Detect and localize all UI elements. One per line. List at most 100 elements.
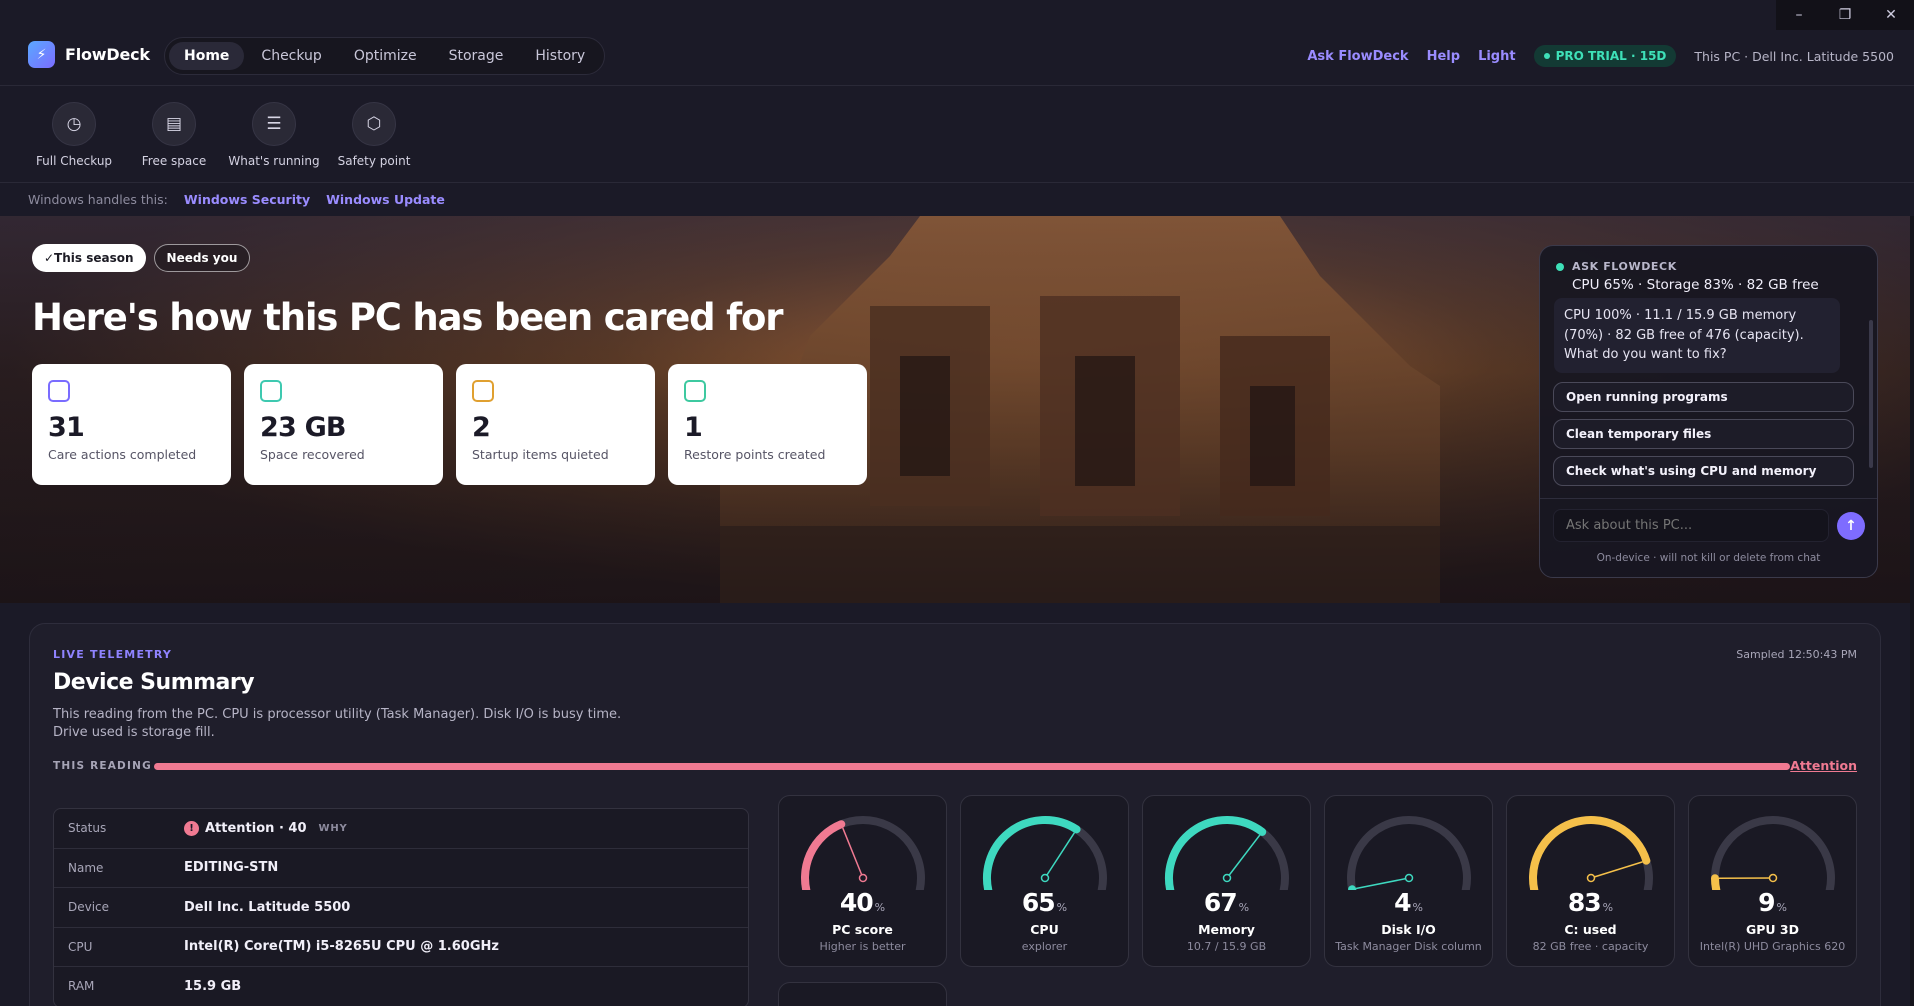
- nav-optimize[interactable]: Optimize: [339, 42, 432, 70]
- gauge-name: C: used: [1564, 922, 1617, 937]
- gauge-subtitle: 10.7 / 15.9 GB: [1186, 940, 1267, 953]
- gauge-number: 40: [839, 888, 874, 917]
- gauge-card-gpu-3d[interactable]: 9% GPU 3D Intel(R) UHD Graphics 620: [1688, 795, 1857, 967]
- help-link[interactable]: Help: [1427, 49, 1460, 64]
- page-scrollbar[interactable]: [1910, 216, 1914, 1006]
- brand-name: FlowDeck: [65, 45, 150, 64]
- stat-value: 23 GB: [260, 412, 347, 443]
- gauge-number: 67: [1203, 888, 1238, 917]
- gauge-hub: [1586, 873, 1596, 883]
- close-button[interactable]: ✕: [1868, 0, 1914, 30]
- brand[interactable]: ⚡ FlowDeck: [28, 41, 150, 68]
- alert-icon: !: [184, 820, 199, 836]
- gauge-card-c-used[interactable]: 83% C: used 82 GB free · capacity: [1506, 795, 1675, 967]
- gauge-dial: [1711, 816, 1835, 890]
- gauge-subtitle: Higher is better: [819, 940, 906, 953]
- table-row: CPU Intel(R) Core(TM) i5-8265U CPU @ 1.6…: [54, 928, 748, 967]
- this-pc-label: This PC · Dell Inc. Latitude 5500: [1694, 48, 1894, 64]
- gauge-unit: %: [1602, 901, 1614, 914]
- top-bar: ⚡ FlowDeck Home Checkup Optimize Storage…: [0, 30, 1914, 86]
- windows-update-link[interactable]: Windows Update: [326, 192, 445, 207]
- gauge-card-pc-score[interactable]: 40% PC score Higher is better: [778, 795, 947, 967]
- gauge-subtitle: 82 GB free · capacity: [1532, 940, 1649, 953]
- gauge-card-cpu[interactable]: 65% CPU explorer: [960, 795, 1129, 967]
- gauge-hub: [1404, 873, 1414, 883]
- quick-action-whats-running[interactable]: ☰ What's running: [224, 102, 324, 168]
- gauge-number: 9: [1758, 888, 1775, 917]
- gauge-fill: [801, 820, 846, 890]
- disk-icon: ▤: [152, 102, 196, 146]
- ask-subtitle: CPU 65% · Storage 83% · 82 GB free: [1572, 277, 1819, 293]
- quick-action-label: Free space: [141, 154, 207, 168]
- table-row: Status ! Attention · 40 WHY: [54, 809, 748, 849]
- pro-trial-badge[interactable]: PRO TRIAL · 15D: [1533, 45, 1677, 67]
- gauge-value: 67%: [1143, 888, 1310, 917]
- restore-button[interactable]: ❐: [1822, 0, 1868, 30]
- stat-card-restore-points[interactable]: 1 Restore points created: [668, 364, 867, 485]
- nav-home[interactable]: Home: [169, 42, 245, 70]
- gauge-subtitle: Task Manager Disk column: [1335, 940, 1482, 953]
- gauge-card-partial: [778, 982, 947, 1006]
- suggestion-check-cpu-memory[interactable]: Check what's using CPU and memory: [1553, 456, 1854, 486]
- suggestion-clean-temp-files[interactable]: Clean temporary files: [1553, 419, 1854, 449]
- summary-title: Device Summary: [53, 670, 255, 695]
- gauge-value: 65%: [961, 888, 1128, 917]
- row-key: CPU: [68, 939, 93, 954]
- why-link[interactable]: WHY: [319, 823, 348, 834]
- stat-label: Care actions completed: [48, 447, 197, 462]
- ask-flowdeck-link[interactable]: Ask FlowDeck: [1307, 49, 1408, 64]
- gauge-needle: [1226, 834, 1261, 879]
- gauge-card-memory[interactable]: 67% Memory 10.7 / 15.9 GB: [1142, 795, 1311, 967]
- stat-label: Startup items quieted: [472, 447, 609, 462]
- top-right-actions: Ask FlowDeck Help Light PRO TRIAL · 15D …: [1307, 45, 1894, 67]
- stat-card-space-recovered[interactable]: 23 GB Space recovered: [244, 364, 443, 485]
- window-controls: – ❐ ✕: [1776, 0, 1914, 30]
- send-icon[interactable]: ↑: [1837, 512, 1865, 540]
- gauge-hub: [858, 873, 868, 883]
- reading-label: THIS READING: [53, 760, 152, 772]
- gauge-needle: [1590, 861, 1643, 879]
- main-nav: Home Checkup Optimize Storage History: [164, 37, 606, 75]
- gauge-name: GPU 3D: [1746, 922, 1799, 937]
- list-icon: ☰: [252, 102, 296, 146]
- gauge-unit: %: [1776, 901, 1787, 914]
- stat-card-care-actions[interactable]: 31 Care actions completed: [32, 364, 231, 485]
- hero-title: Here's how this PC has been cared for: [32, 296, 784, 339]
- reading-status-link[interactable]: Attention: [1790, 758, 1857, 773]
- ask-eyebrow: ASK FLOWDECK: [1556, 260, 1819, 273]
- filter-this-season[interactable]: ✓This season: [32, 244, 146, 272]
- stat-label: Space recovered: [260, 447, 365, 462]
- windows-security-link[interactable]: Windows Security: [184, 192, 310, 207]
- suggestion-open-running-programs[interactable]: Open running programs: [1553, 382, 1854, 412]
- online-dot-icon: [1556, 262, 1564, 271]
- nav-storage[interactable]: Storage: [434, 42, 519, 70]
- nav-checkup[interactable]: Checkup: [246, 42, 336, 70]
- gauge-name: CPU: [1030, 922, 1059, 937]
- checkbox-icon: [684, 380, 706, 402]
- filter-needs-you[interactable]: Needs you: [153, 244, 251, 272]
- hexagon-icon: ⬡: [352, 102, 396, 146]
- gauge-card-disk-i-o[interactable]: 4% Disk I/O Task Manager Disk column: [1324, 795, 1493, 967]
- gauge-number: 4: [1394, 888, 1411, 917]
- sampled-timestamp: Sampled 12:50:43 PM: [1736, 648, 1857, 661]
- minimize-button[interactable]: –: [1776, 0, 1822, 30]
- table-row: Name EDITING-STN: [54, 849, 748, 888]
- theme-toggle[interactable]: Light: [1478, 49, 1516, 64]
- status-dot-icon: [1543, 53, 1550, 59]
- quick-action-free-space[interactable]: ▤ Free space: [124, 102, 224, 168]
- ask-input[interactable]: [1553, 509, 1829, 542]
- ask-scrollbar[interactable]: [1869, 320, 1873, 468]
- stat-value: 31: [48, 412, 85, 443]
- divider: [1540, 498, 1877, 499]
- gauge-number: 65: [1021, 888, 1056, 917]
- checkbox-icon: [48, 380, 70, 402]
- windows-handles-label: Windows handles this:: [28, 192, 168, 207]
- quick-action-safety-point[interactable]: ⬡ Safety point: [324, 102, 424, 168]
- pro-trial-label: PRO TRIAL · 15D: [1555, 49, 1667, 63]
- quick-action-full-checkup[interactable]: ◷ Full Checkup: [24, 102, 124, 168]
- ask-eyebrow-label: ASK FLOWDECK: [1572, 260, 1677, 273]
- nav-history[interactable]: History: [520, 42, 600, 70]
- stat-value: 2: [472, 412, 491, 443]
- stat-card-startup-items[interactable]: 2 Startup items quieted: [456, 364, 655, 485]
- gauge-value: 40%: [779, 888, 946, 917]
